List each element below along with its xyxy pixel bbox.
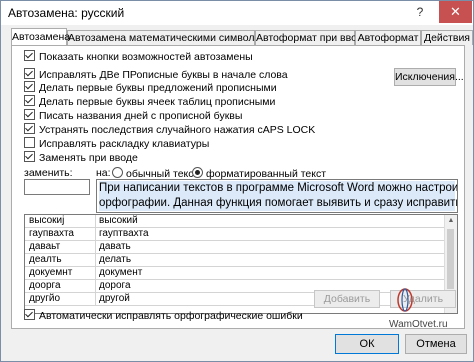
cancel-button[interactable]: Отмена bbox=[405, 334, 467, 354]
tab-actions[interactable]: Действия bbox=[421, 30, 473, 45]
checkbox-capitalize-table[interactable] bbox=[24, 95, 35, 106]
option-capitalize-sentence[interactable]: Делать первые буквы предложений прописны… bbox=[24, 81, 277, 94]
option-label: Автоматически исправлять орфографические… bbox=[39, 310, 303, 322]
option-auto-spell[interactable]: Автоматически исправлять орфографические… bbox=[24, 309, 303, 322]
option-label: Показать кнопки возможностей автозамены bbox=[39, 51, 253, 63]
checkbox-capitalize-days[interactable] bbox=[24, 109, 35, 120]
checkbox-capitalize-sentence[interactable] bbox=[24, 81, 35, 92]
add-button[interactable]: Добавить bbox=[314, 290, 380, 308]
option-label: Устранять последствия случайного нажатия… bbox=[39, 124, 316, 136]
list-item[interactable]: даваьт давать bbox=[25, 241, 445, 254]
scroll-up-icon[interactable]: ▲ bbox=[445, 215, 457, 227]
option-label: Заменять при вводе bbox=[39, 152, 138, 164]
tab-autoformat[interactable]: Автоформат bbox=[355, 30, 421, 45]
option-label: Исправлять раскладку клавиатуры bbox=[39, 138, 210, 150]
option-label: Писать названия дней с прописной буквы bbox=[39, 110, 243, 122]
exceptions-button[interactable]: Исключения... bbox=[394, 68, 464, 86]
option-label: Делать первые буквы ячеек таблиц прописн… bbox=[39, 96, 276, 108]
checkbox-auto-spell[interactable] bbox=[24, 309, 35, 320]
list-item[interactable]: высокиј высокий bbox=[25, 215, 445, 228]
list-item[interactable]: гаупвахта гауптвахта bbox=[25, 228, 445, 241]
with-text-line-1: При написании текстов в программе Micros… bbox=[99, 181, 458, 196]
autocorrect-dialog: Автозамена: русский ? ✕ Автозамена Автоз… bbox=[0, 0, 474, 362]
scroll-thumb[interactable] bbox=[447, 229, 454, 289]
checkbox-fix-caps-lock[interactable] bbox=[24, 123, 35, 134]
tab-math-autocorrect[interactable]: Автозамена математическими символами bbox=[67, 30, 273, 45]
option-label: Исправлять ДВе ПРописные буквы в начале … bbox=[39, 69, 288, 81]
option-replace-as-type[interactable]: Заменять при вводе bbox=[24, 151, 138, 164]
plain-text-radio[interactable] bbox=[112, 167, 123, 178]
checkbox-fix-two-caps[interactable] bbox=[24, 68, 35, 79]
title-bar: Автозамена: русский ? ✕ bbox=[1, 1, 473, 25]
list-item[interactable]: другйо другой bbox=[25, 293, 445, 306]
list-item[interactable]: деалть делать bbox=[25, 254, 445, 267]
ok-button[interactable]: ОК bbox=[335, 334, 399, 354]
replace-label: заменить: bbox=[24, 167, 73, 179]
with-input[interactable]: При написании текстов в программе Micros… bbox=[96, 179, 458, 213]
with-label: на: bbox=[96, 167, 111, 179]
checkbox-fix-keyboard[interactable] bbox=[24, 137, 35, 148]
option-fix-two-caps[interactable]: Исправлять ДВе ПРописные буквы в начале … bbox=[24, 68, 288, 81]
list-item[interactable]: доорга дорога bbox=[25, 280, 445, 293]
replace-input[interactable] bbox=[24, 179, 90, 195]
option-show-buttons[interactable]: Показать кнопки возможностей автозамены bbox=[24, 50, 253, 63]
checkbox-show-buttons[interactable] bbox=[24, 50, 35, 61]
option-capitalize-table[interactable]: Делать первые буквы ячеек таблиц прописн… bbox=[24, 95, 275, 108]
close-button[interactable]: ✕ bbox=[439, 1, 472, 23]
option-capitalize-days[interactable]: Писать названия дней с прописной буквы bbox=[24, 109, 242, 122]
checkbox-replace-as-type[interactable] bbox=[24, 151, 35, 162]
option-fix-keyboard[interactable]: Исправлять раскладку клавиатуры bbox=[24, 137, 209, 150]
list-item[interactable]: докуемнт документ bbox=[25, 267, 445, 280]
help-button[interactable]: ? bbox=[406, 1, 434, 23]
watermark-text: WamOtvet.ru bbox=[389, 319, 448, 330]
option-fix-caps-lock[interactable]: Устранять последствия случайного нажатия… bbox=[24, 123, 315, 136]
window-title: Автозамена: русский bbox=[8, 6, 125, 20]
tab-autoformat-as-you-type[interactable]: Автоформат при вводе bbox=[255, 30, 369, 45]
formatted-text-radio[interactable] bbox=[192, 167, 203, 178]
with-text-line-2: орфографии. Данная функция помогает выяв… bbox=[99, 196, 458, 211]
option-label: Делать первые буквы предложений прописны… bbox=[39, 82, 277, 94]
watermark-logo-icon bbox=[397, 288, 413, 312]
tab-autocorrect[interactable]: Автозамена bbox=[11, 28, 70, 45]
